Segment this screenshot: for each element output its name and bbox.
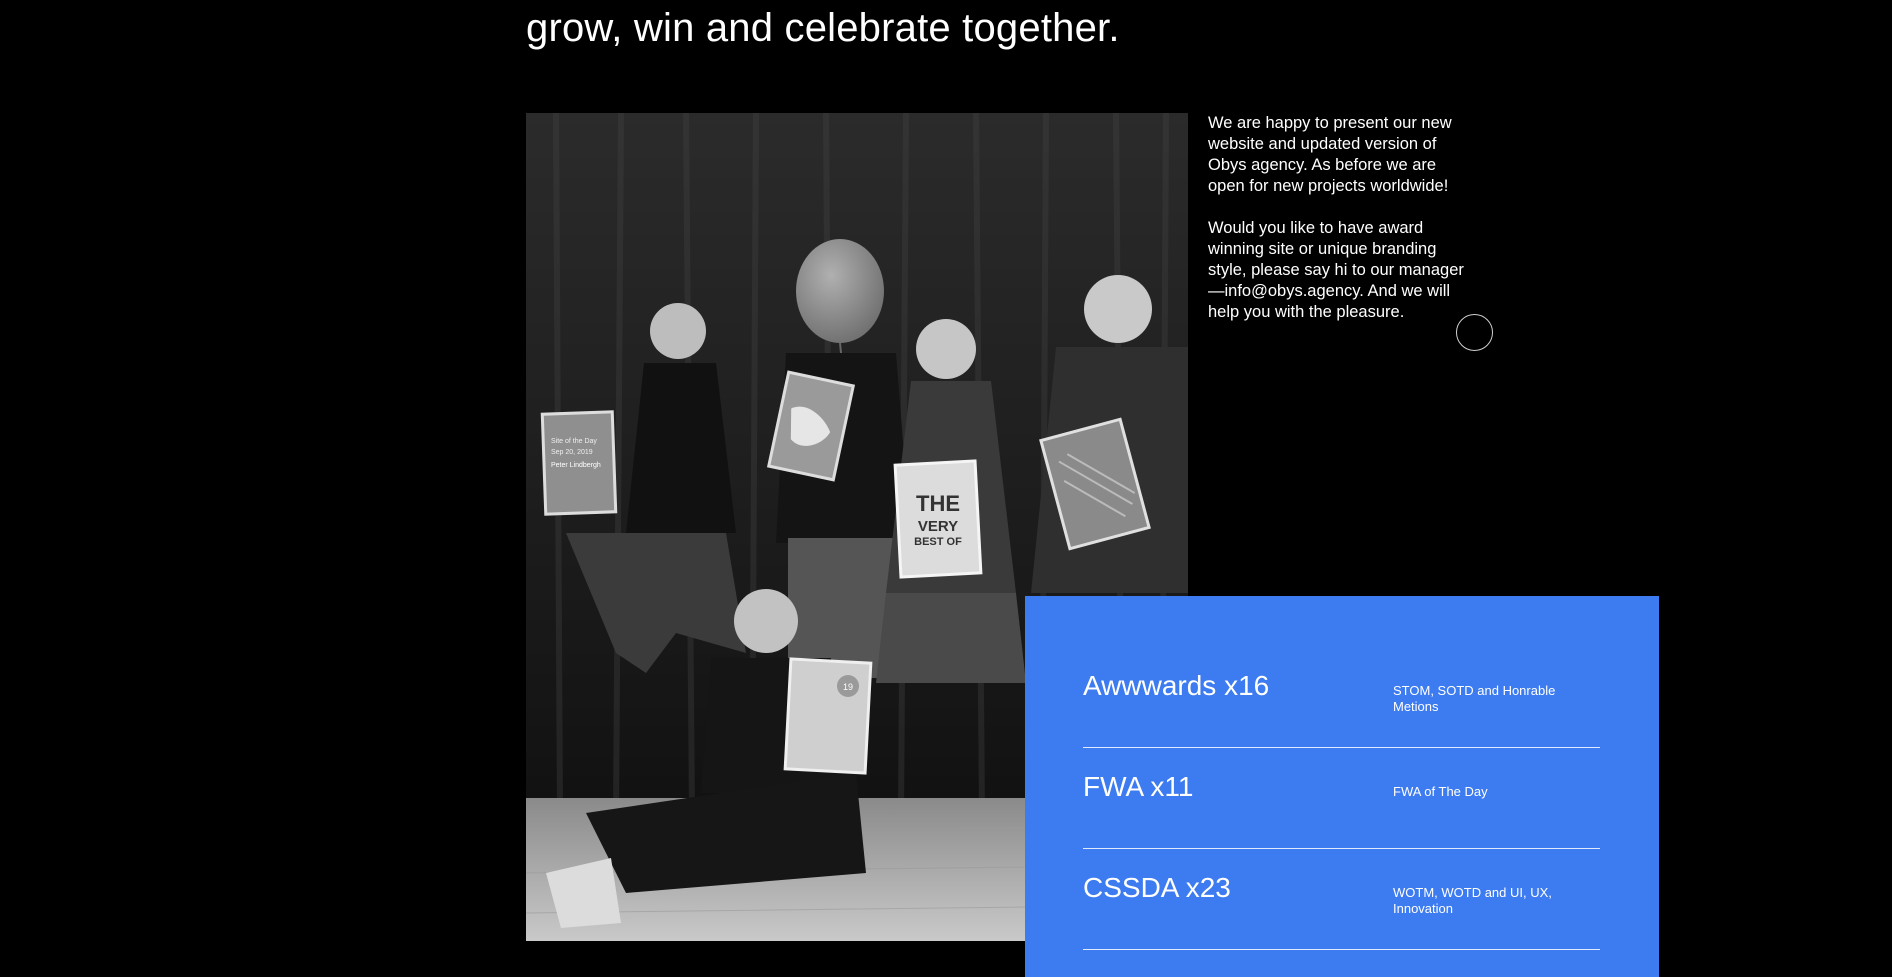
certificate-3-line2: VERY [918, 518, 958, 535]
certificate-3-line3: BEST OF [914, 536, 962, 548]
award-row-awwwards: Awwwards x16 STOM, SOTD and Honrable Met… [1083, 647, 1600, 748]
award-name: Awwwards x16 [1083, 670, 1270, 701]
intro-text: We are happy to present our new website … [1208, 113, 1476, 344]
certificate-1-name: Peter Lindbergh [551, 462, 601, 469]
certificate-3: THE VERY BEST OF [893, 459, 983, 579]
circle-cursor-button[interactable] [1456, 314, 1493, 351]
intro-paragraph-1: We are happy to present our new website … [1208, 114, 1452, 195]
award-detail: FWA of The Day [1393, 784, 1488, 799]
intro-paragraph-2: Would you like to have award winning sit… [1208, 219, 1464, 321]
award-name: CSSDA x23 [1083, 872, 1231, 903]
certificate-1-date: Sep 20, 2019 [551, 449, 593, 456]
award-row-cssda: CSSDA x23 WOTM, WOTD and UI, UX, Innovat… [1083, 849, 1600, 950]
certificate-5-badge: 19 [843, 682, 853, 692]
award-row-fwa: FWA x11 FWA of The Day [1083, 748, 1600, 849]
award-name: FWA x11 [1083, 771, 1194, 802]
certificate-3-line1: THE [916, 491, 960, 516]
awards-panel: Awwwards x16 STOM, SOTD and Honrable Met… [1025, 596, 1659, 977]
page: grow, win and celebrate together. Site o… [0, 0, 1892, 977]
certificate-1: Site of the Day Sep 20, 2019 Peter Lindb… [540, 410, 618, 516]
certificate-5: 19 [783, 657, 873, 775]
certificate-1-title: Site of the Day [551, 438, 597, 445]
award-detail: STOM, SOTD and Honrable Metions [1393, 683, 1556, 714]
award-detail: WOTM, WOTD and UI, UX, Innovation [1393, 885, 1552, 916]
hero-heading: grow, win and celebrate together. [526, 6, 1120, 50]
